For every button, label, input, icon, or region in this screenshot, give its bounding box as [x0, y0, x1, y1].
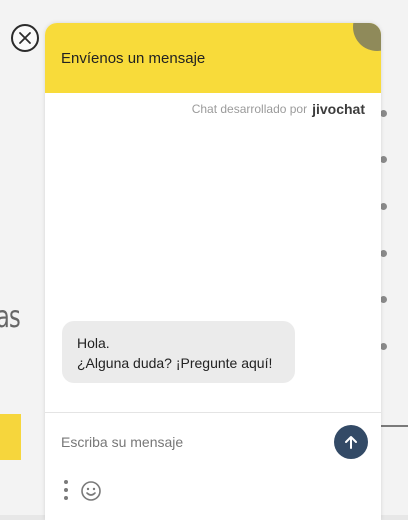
- chat-title: Envíenos un mensaje: [61, 50, 206, 67]
- powered-by[interactable]: Chat desarrollado por jivochat: [192, 101, 365, 117]
- arrow-up-icon: [345, 436, 357, 449]
- more-vertical-icon[interactable]: [63, 480, 69, 500]
- header-corner-decoration: [353, 23, 381, 51]
- greeting-line-1: Hola.: [77, 335, 110, 351]
- input-divider: [45, 412, 381, 413]
- greeting-message-bubble: Hola. ¿Alguna duda? ¡Pregunte aquí!: [62, 321, 295, 383]
- chat-header: Envíenos un mensaje: [45, 23, 381, 93]
- powered-by-label: Chat desarrollado por: [191, 102, 308, 116]
- background-text-fragment: as: [0, 300, 21, 335]
- message-input[interactable]: [61, 431, 321, 453]
- background-yellow-block: [0, 414, 21, 460]
- send-button[interactable]: [334, 425, 368, 459]
- chat-widget: Envíenos un mensaje Chat desarrollado po…: [45, 23, 381, 520]
- jivochat-logo[interactable]: jivochat: [312, 101, 365, 117]
- close-icon: [19, 32, 31, 44]
- smiley-icon[interactable]: [80, 480, 102, 502]
- close-chat-button[interactable]: [11, 24, 39, 52]
- background-line: [380, 425, 408, 427]
- greeting-line-2: ¿Alguna duda? ¡Pregunte aquí!: [77, 355, 273, 371]
